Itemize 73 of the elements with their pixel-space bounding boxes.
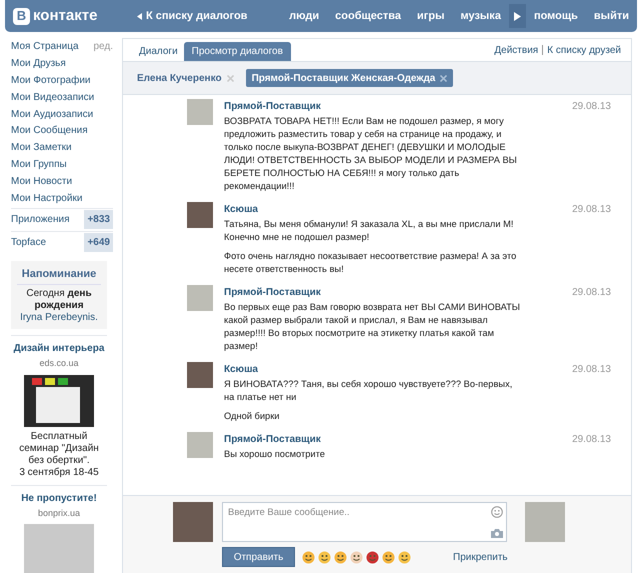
smiley-icon[interactable] xyxy=(318,550,331,564)
ad-title[interactable]: Дизайн интерьера xyxy=(14,341,104,356)
smiley-icon[interactable] xyxy=(398,550,411,564)
reminder-title: Напоминание xyxy=(17,266,101,286)
nav-link[interactable]: помощь xyxy=(534,8,578,24)
smiley-icon[interactable] xyxy=(334,550,347,564)
avatar-photo xyxy=(187,202,213,228)
avatar-photo xyxy=(187,362,213,388)
play-icon xyxy=(514,12,521,20)
message-text: Я ВИНОВАТА??? Таня, вы себя хорошо чувствуете??? Во-первых, на платье нет ни xyxy=(224,378,514,404)
photo-placeholder xyxy=(24,524,94,573)
author-link[interactable]: Прямой-Поставщик xyxy=(224,285,321,300)
profile-link[interactable]: Iryna Perebeynis. xyxy=(20,312,98,324)
counter-badge: +833 xyxy=(84,210,113,229)
ad-domain: bonprix.ua xyxy=(38,506,80,520)
nav-link[interactable]: музыка xyxy=(460,8,501,24)
sidebar-item[interactable]: Мои Новости xyxy=(11,174,72,190)
sidebar-item[interactable]: Моя Страница xyxy=(11,38,79,54)
action-link[interactable]: К списку друзей xyxy=(547,42,621,58)
sidebar-item[interactable]: Мои Группы xyxy=(11,157,67,172)
sidebar-item[interactable]: Мои Настройки xyxy=(11,190,82,206)
message-date: 29.08.13 xyxy=(572,433,611,447)
nav-link[interactable]: сообщества xyxy=(335,8,402,24)
back-arrow-icon xyxy=(137,12,142,20)
message-text: Татьяна, Вы меня обманули! Я заказала XL, а вы мне прислали М! Конечно мне не подошел размер! xyxy=(224,218,514,244)
avatar-photo xyxy=(525,502,565,542)
sidebar-item[interactable]: Мои Фотографии xyxy=(11,72,91,88)
sidebar-item[interactable]: Приложения xyxy=(11,212,70,227)
author-link[interactable]: Прямой-Поставщик xyxy=(224,432,321,447)
ad-text: Бесплатный семинар "Дизайн без обертки". 3 сентября 18-45 xyxy=(18,430,100,479)
nav-link[interactable]: выйти xyxy=(594,8,629,24)
ad-domain: eds.co.ua xyxy=(39,357,79,370)
message-text: Вы хорошо посмотрите xyxy=(224,448,326,461)
message-text: Одной бирки xyxy=(224,410,280,423)
smiley-icon[interactable] xyxy=(382,550,395,564)
dialog-chip[interactable]: Елена Кучеренко xyxy=(135,69,236,87)
counter-badge: +649 xyxy=(84,232,113,252)
message-text: ВОЗВРАТА ТОВАРА НЕТ!!! Если Вам не подошел размер, я могу предложить разместить товар у себя на странице на продажу, и только после выкупа-ВОЗВРАТ ДЕНЕГ! (ДЕВУШКИ И МОЛОДЫЕ ЛЮДИ! ОТВЕТСТВЕННОСТЬ ЗА ВЫБОР МОДЕЛИ И РАЗМЕРА ВЫ БЕРЕТЕ ПОЛНОСТЬЮ НА СЕБЯ!!! я могу только дать рекомендации!!! xyxy=(224,115,518,193)
nav-link[interactable]: игры xyxy=(417,8,444,24)
message-text: Фото очень наглядно показывает несоответствие размера! А за это несете ответственность вы! xyxy=(224,250,518,276)
sidebar-item[interactable]: Мои Заметки xyxy=(11,140,72,156)
sidebar-item[interactable]: Topface xyxy=(11,234,46,250)
author-link[interactable]: Ксюша xyxy=(224,362,258,377)
message-date: 29.08.13 xyxy=(572,363,611,377)
avatar-photo xyxy=(173,502,213,542)
logo-badge: В xyxy=(13,8,30,24)
smiley-icon[interactable] xyxy=(302,550,315,564)
dialog-chip[interactable]: Прямой-Поставщик Женская-Одежда xyxy=(246,69,454,87)
ad-title[interactable]: Не пропустите! xyxy=(21,490,97,506)
message-text: Во первых еще раз Вам говорю возврата нет ВЫ САМИ ВИНОВАТЫ какой размер выбрали такой и прислал, я Вам не навязывал размер!!!! Во вторых посмотрите на этикетку платья какой там размер! xyxy=(224,301,521,353)
tab[interactable]: Диалоги xyxy=(133,42,184,61)
logo-text: контакте xyxy=(33,6,98,26)
avatar-photo xyxy=(187,99,213,125)
nav-link[interactable]: люди xyxy=(289,8,320,24)
message-date: 29.08.13 xyxy=(572,286,611,300)
avatar-photo xyxy=(187,432,213,458)
sidebar-item[interactable]: Мои Сообщения xyxy=(11,123,88,138)
author-link[interactable]: Прямой-Поставщик xyxy=(224,99,321,114)
action-link[interactable]: Действия xyxy=(494,42,538,58)
message-date: 29.08.13 xyxy=(572,100,611,114)
sidebar-item[interactable]: Мои Аудиозаписи xyxy=(11,106,94,122)
ad-logo-image xyxy=(24,374,94,427)
message-date: 29.08.13 xyxy=(572,203,611,217)
send-button[interactable]: Отправить xyxy=(222,547,295,567)
sidebar-item[interactable]: Мои Видеозаписи xyxy=(11,90,94,105)
sidebar-item[interactable]: Мои Друзья xyxy=(11,56,66,71)
reminder-text: Сегодня день рождения Iryna Perebeynis. xyxy=(19,288,99,324)
attach-link[interactable]: Прикрепить xyxy=(453,550,508,564)
back-link[interactable]: К списку диалогов xyxy=(137,8,248,24)
tab[interactable]: Просмотр диалогов xyxy=(184,42,291,61)
play-button[interactable] xyxy=(508,4,526,28)
author-link[interactable]: Ксюша xyxy=(224,202,258,217)
avatar-photo xyxy=(187,285,213,311)
